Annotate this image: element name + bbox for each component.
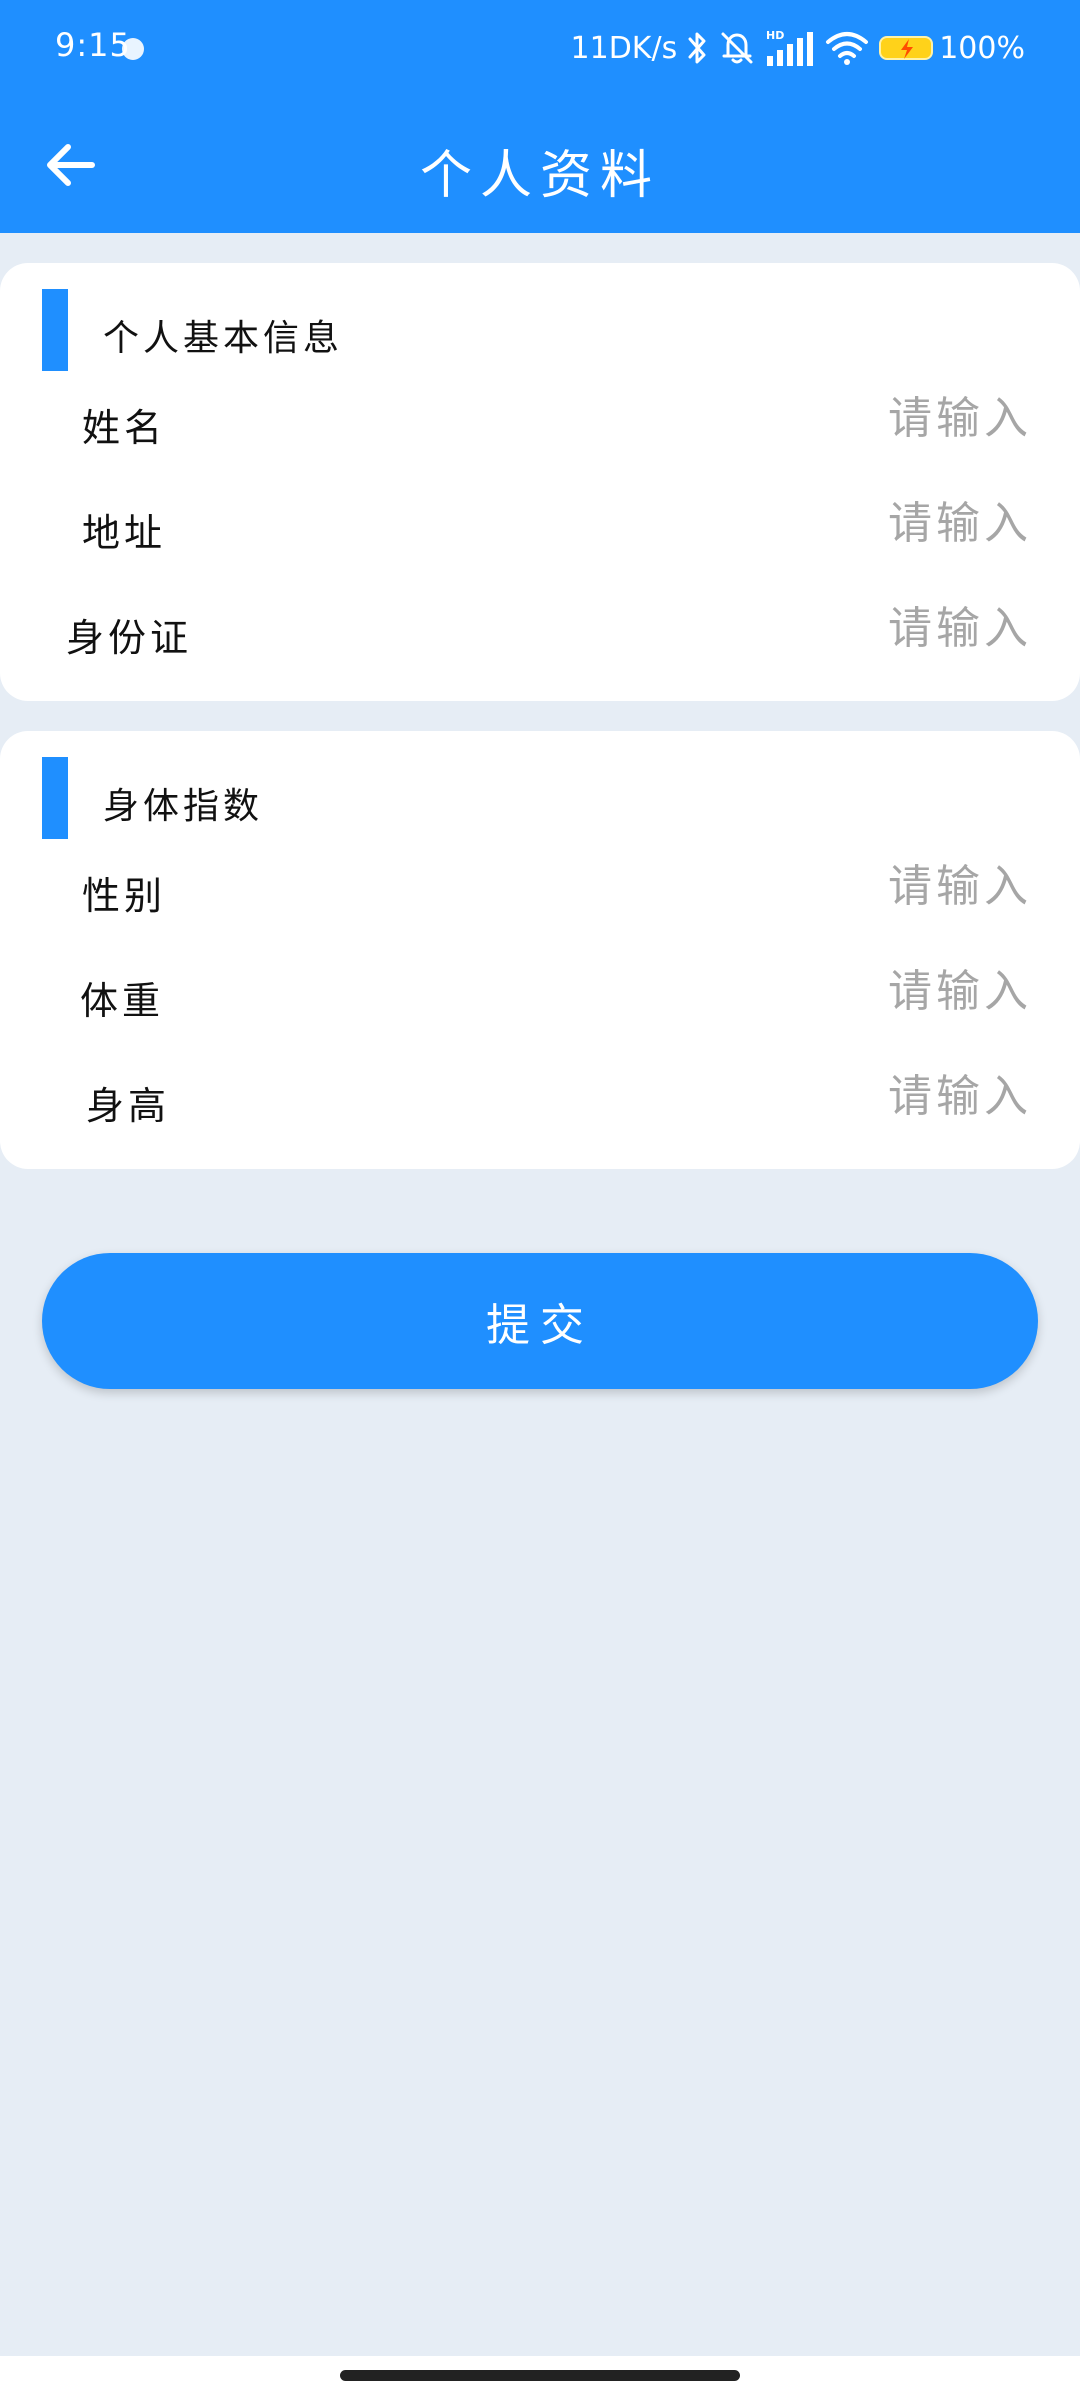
page-title: 个人资料 [419,146,660,206]
status-bar: 9:15 11DK/s HD 100% [0,0,1080,95]
lightning-icon [901,39,914,59]
field-label-name: 姓名 [82,406,167,450]
field-label-height: 身高 [86,1084,171,1128]
battery-charging-icon [879,36,934,60]
height-input[interactable] [612,1063,1032,1129]
bluetooth-icon [688,32,706,64]
field-label-gender: 性别 [82,874,167,918]
section-header-body-index: 身体指数 [0,757,1080,839]
home-indicator[interactable] [340,2370,740,2381]
network-speed: 11DK/s [570,30,678,66]
field-row-address[interactable]: 地址 [0,480,1080,570]
submit-button[interactable]: 提交 [42,1253,1038,1389]
bell-off-icon [721,32,753,64]
battery-indicator: 100% [879,31,1025,66]
hd-signal-icon: HD [766,29,814,66]
app-notification-icon [122,38,144,60]
gender-input[interactable] [612,853,1032,919]
field-row-id-card[interactable]: 身份证 [0,585,1080,675]
app-bar: 个人资料 [0,95,1080,233]
battery-percentage: 100% [939,30,1025,66]
field-row-weight[interactable]: 体重 [0,948,1080,1038]
section-header-basic-info: 个人基本信息 [0,289,1080,371]
svg-text:HD: HD [766,29,784,42]
header: 9:15 11DK/s HD 100% 个人资料 [0,0,1080,233]
status-icons: 11DK/s HD 100% [571,26,1025,70]
wifi-icon [826,32,869,65]
field-label-weight: 体重 [80,979,165,1023]
field-label-address: 地址 [82,511,167,555]
field-row-height[interactable]: 身高 [0,1053,1080,1143]
field-label-id-card: 身份证 [66,616,193,660]
status-time: 9:15 [55,26,131,64]
weight-input[interactable] [612,958,1032,1024]
section-accent-bar [42,757,68,839]
section-title-body-index: 身体指数 [103,786,264,827]
name-input[interactable] [612,385,1032,451]
field-row-name[interactable]: 姓名 [0,375,1080,465]
section-accent-bar [42,289,68,371]
section-title-basic-info: 个人基本信息 [103,318,344,359]
address-input[interactable] [612,490,1032,556]
field-row-gender[interactable]: 性别 [0,843,1080,933]
id-card-input[interactable] [612,595,1032,661]
